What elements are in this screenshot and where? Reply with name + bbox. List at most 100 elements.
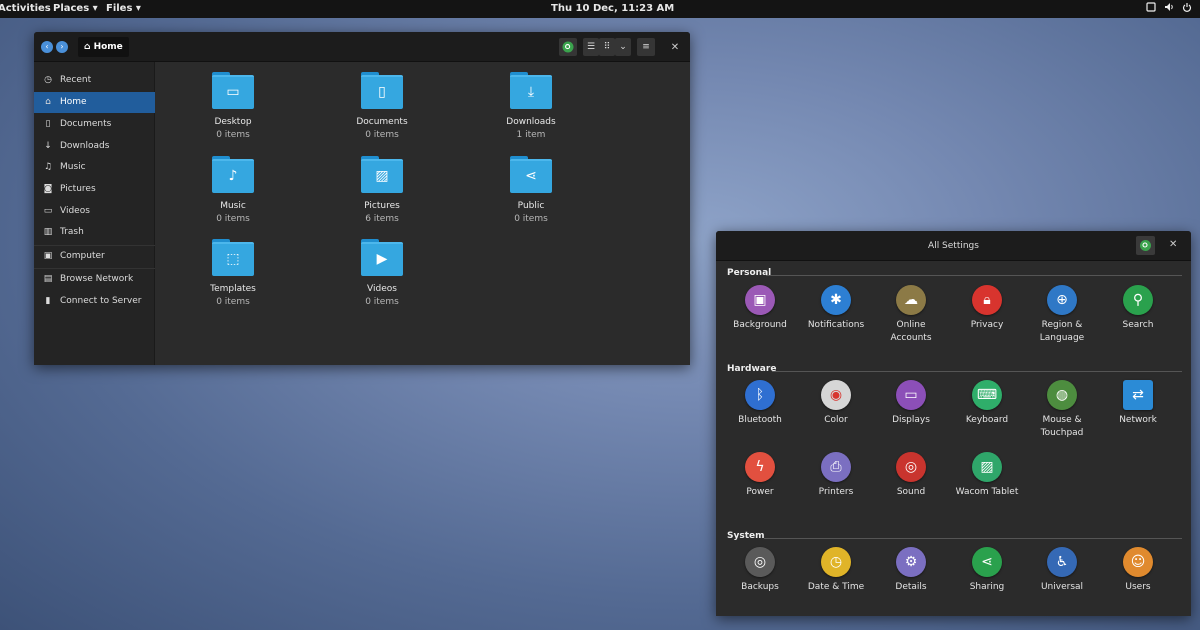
settings-keyboard[interactable]: ⌨ Keyboard [947,380,1027,427]
video-icon: ▭ [43,206,53,216]
settings-region-language[interactable]: ⊕ Region & Language [1022,285,1102,345]
settings-privacy[interactable]: 🔒︎ Privacy [947,285,1027,332]
settings-wacom-tablet[interactable]: ▨ Wacom Tablet [947,452,1027,499]
sidebar-item-computer[interactable]: ▣ Computer [34,246,155,267]
hamburger-icon: ≡ [642,42,650,52]
music-icon: ♫ [43,162,53,172]
settings-sharing[interactable]: ⋖ Sharing [947,547,1027,594]
chevron-down-icon: ⌄ [619,42,627,52]
network-icon: ▤ [43,274,53,284]
sidebar-item-connect-to-server[interactable]: ▮ Connect to Server [34,291,155,312]
document-icon: ▯ [45,119,51,129]
folder-videos[interactable]: ▶ Videos 0 items [322,239,442,307]
folder-icon: ⋖ [509,156,553,194]
gear-icon: ⚙ [896,547,926,577]
settings-search-button[interactable] [1136,236,1155,255]
files-content: ▭ Desktop 0 items ▯ Documents 0 items ⤓ … [155,62,690,365]
top-bar: Activities Places ▾ Files ▾ Thu 10 Dec, … [0,0,1200,18]
clock[interactable]: Thu 10 Dec, 11:23 AM [551,3,674,14]
settings-sound[interactable]: ◎ Sound [871,452,951,499]
close-icon: ✕ [670,42,680,53]
tablet-icon: ▨ [972,452,1002,482]
folder-pictures[interactable]: ▨ Pictures 6 items [322,156,442,224]
download-icon: ⤓ [527,84,535,100]
settings-mouse-touchpad[interactable]: ◍ Mouse & Touchpad [1022,380,1102,440]
folder-public[interactable]: ⋖ Public 0 items [471,156,591,224]
search-icon: ⚲ [1123,285,1153,315]
settings-details[interactable]: ⚙ Details [871,547,951,594]
screen-icon [1146,2,1156,12]
view-options-button[interactable]: ⌄ [615,38,631,56]
sidebar-item-recent[interactable]: ◷ Recent [34,70,155,91]
search-icon [562,41,574,53]
settings-background[interactable]: ▣ Background [720,285,800,332]
settings-color[interactable]: ◉ Color [796,380,876,427]
section-hardware: Hardware [727,364,777,374]
settings-notifications[interactable]: ✱ Notifications [796,285,876,332]
settings-bluetooth[interactable]: ᛒ Bluetooth [720,380,800,427]
settings-headerbar: All Settings ✕ [716,231,1191,261]
section-divider [772,371,1182,372]
files-headerbar: ‹ › ⌂ Home ☰ ⠿ ⌄ ≡ ✕ [34,32,690,62]
share-icon: ⋖ [525,168,537,184]
settings-backups[interactable]: ◎ Backups [720,547,800,594]
background-icon: ▣ [745,285,775,315]
folder-icon: ♪ [211,156,255,194]
files-window: ‹ › ⌂ Home ☰ ⠿ ⌄ ≡ ✕ ◷ Recent ⌂ Home ▯ Docu… [34,32,690,365]
section-system: System [727,531,765,541]
forward-button[interactable]: › [56,41,68,53]
settings-network[interactable]: ⇄ Network [1098,380,1178,427]
path-bar-home[interactable]: ⌂ Home [78,37,129,57]
clock-icon: ◷ [44,75,52,85]
settings-displays[interactable]: ▭ Displays [871,380,951,427]
keyboard-icon: ⌨ [972,380,1002,410]
sidebar-item-videos[interactable]: ▭ Videos [34,201,155,222]
sidebar-item-home[interactable]: ⌂ Home [34,92,155,113]
places-menu[interactable]: Places ▾ [53,3,98,14]
menu-button[interactable]: ≡ [637,38,655,56]
folder-downloads[interactable]: ⤓ Downloads 1 item [471,72,591,140]
section-personal: Personal [727,268,772,278]
settings-title: All Settings [928,241,979,251]
globe-icon: ⊕ [1047,285,1077,315]
settings-users[interactable]: ☺ Users [1098,547,1178,594]
folder-documents[interactable]: ▯ Documents 0 items [322,72,442,140]
folder-icon: ▯ [360,72,404,110]
folder-icon: ▭ [211,72,255,110]
template-icon: ⬚ [226,251,240,267]
settings-close-button[interactable]: ✕ [1169,239,1177,250]
grid-view-button[interactable]: ⠿ [599,38,615,56]
close-button[interactable]: ✕ [668,39,682,57]
files-app-menu[interactable]: Files ▾ [106,3,141,14]
list-view-button[interactable]: ☰ [583,38,599,56]
sidebar-item-trash[interactable]: ▥ Trash [34,222,155,243]
settings-printers[interactable]: ⎙ Printers [796,452,876,499]
sidebar-item-music[interactable]: ♫ Music [34,157,155,178]
settings-power[interactable]: ϟ Power [720,452,800,499]
sidebar-item-documents[interactable]: ▯ Documents [34,114,155,135]
search-button[interactable] [559,38,577,56]
home-icon: ⌂ [84,42,91,52]
settings-date-time[interactable]: ◷ Date & Time [796,547,876,594]
search-icon [1140,240,1151,251]
play-icon: ▶ [376,251,388,267]
color-icon: ◉ [821,380,851,410]
folder-desktop[interactable]: ▭ Desktop 0 items [173,72,293,140]
folder-templates[interactable]: ⬚ Templates 0 items [173,239,293,307]
activities-button[interactable]: Activities [0,3,51,14]
folder-music[interactable]: ♪ Music 0 items [173,156,293,224]
sidebar-item-browse-network[interactable]: ▤ Browse Network [34,269,155,290]
notifications-icon: ✱ [821,285,851,315]
back-button[interactable]: ‹ [41,41,53,53]
section-divider [764,538,1182,539]
section-divider [766,275,1182,276]
settings-search[interactable]: ⚲ Search [1098,285,1178,332]
sidebar-item-pictures[interactable]: ◙ Pictures [34,179,155,200]
grid-icon: ⠿ [603,42,611,52]
settings-universal-access[interactable]: ♿︎ Universal [1022,547,1102,594]
sidebar-item-downloads[interactable]: ↓ Downloads [34,136,155,157]
computer-icon: ▣ [43,251,53,261]
trash-icon: ▥ [43,227,53,237]
settings-online-accounts[interactable]: ☁ Online Accounts [871,285,951,345]
system-menu[interactable] [1146,2,1192,12]
